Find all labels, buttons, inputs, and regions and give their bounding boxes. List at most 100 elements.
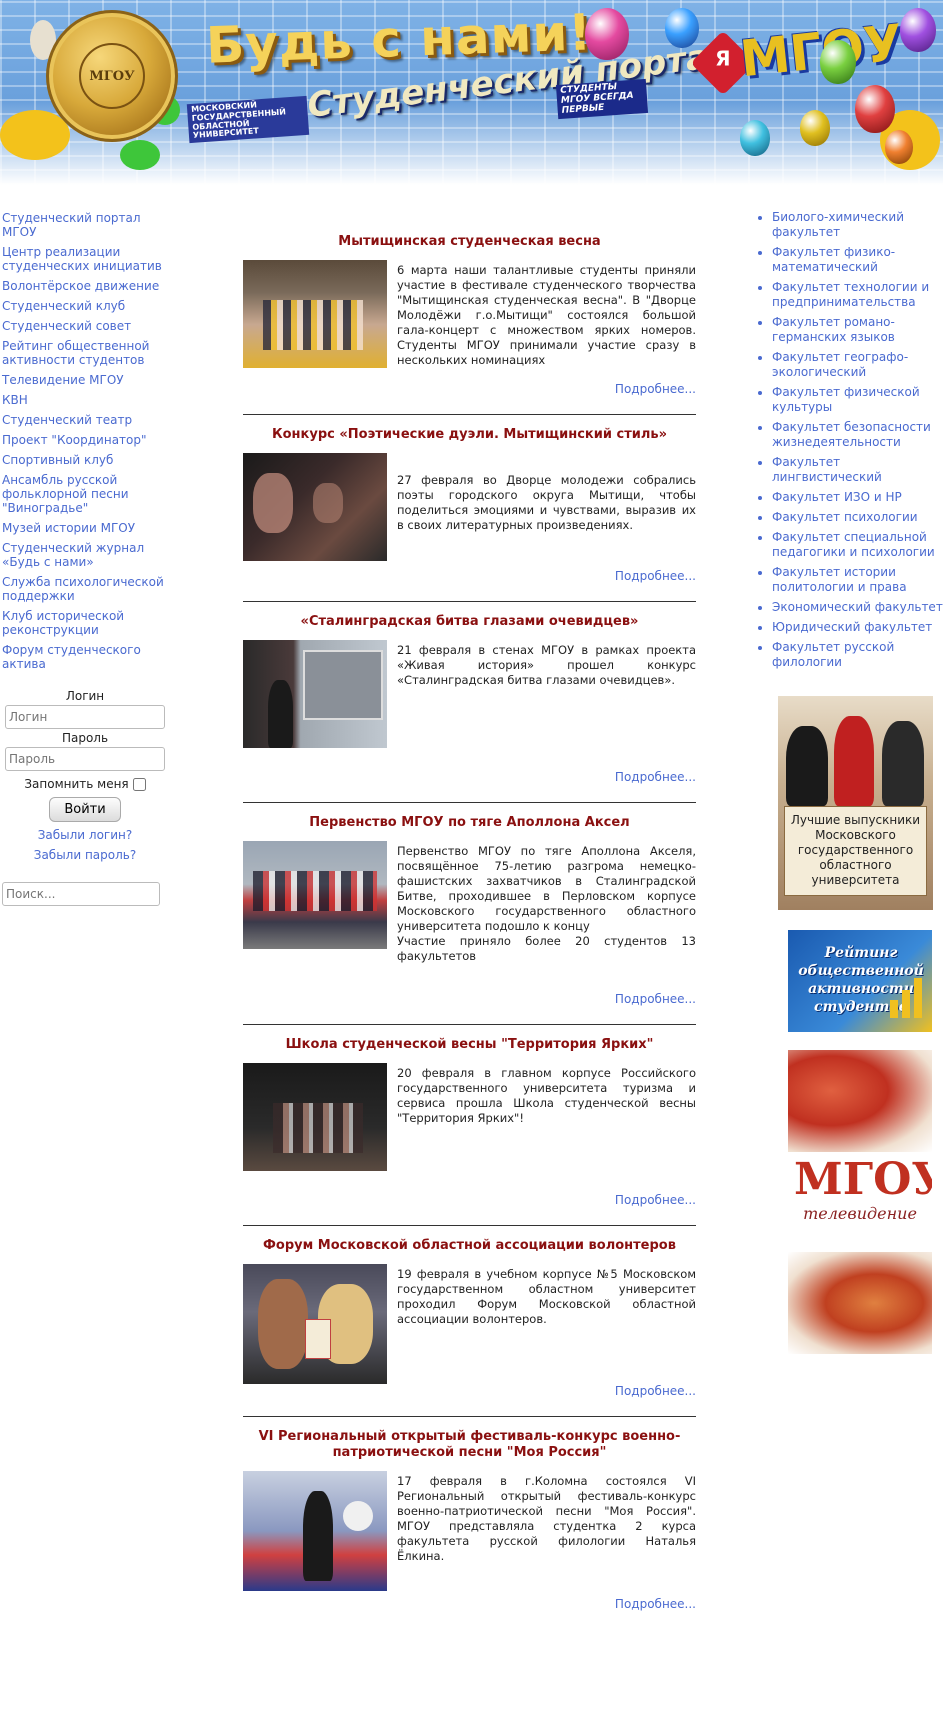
faculty-link[interactable]: Факультет ИЗО и НР [772, 490, 943, 505]
faculty-link[interactable]: Факультет истории политологии и права [772, 565, 943, 595]
paint-splat-decoration [0, 110, 70, 160]
read-more-link[interactable]: Подробнее... [243, 1193, 696, 1207]
nav-link-kvn[interactable]: КВН [2, 393, 170, 407]
mgou-tv-banner[interactable]: МГОУ телевидение [788, 1152, 932, 1252]
read-more-link[interactable]: Подробнее... [243, 569, 696, 583]
nav-link-initiatives-center[interactable]: Центр реализации студенческих инициатив [2, 245, 170, 273]
news-item: Школа студенческой весны "Территория Ярк… [243, 1037, 696, 1226]
faculty-link[interactable]: Экономический факультет [772, 600, 943, 615]
nav-link-theatre[interactable]: Студенческий театр [2, 413, 170, 427]
faculty-link[interactable]: Факультет технологии и предпринимательст… [772, 280, 943, 310]
news-thumbnail[interactable] [243, 841, 387, 949]
best-graduates-caption: Лучшие выпускники Московского государств… [784, 806, 927, 896]
best-graduates-banner[interactable]: Лучшие выпускники Московского государств… [778, 696, 933, 910]
faculty-link[interactable]: Факультет физико-математический [772, 245, 943, 275]
nav-link-sport-club[interactable]: Спортивный клуб [2, 453, 170, 467]
news-title[interactable]: VI Региональный открытый фестиваль-конку… [243, 1429, 696, 1461]
nav-link-coordinator[interactable]: Проект "Координатор" [2, 433, 170, 447]
news-excerpt: 21 февраля в стенах МГОУ в рамках проект… [397, 643, 696, 687]
news-thumbnail[interactable] [243, 1264, 387, 1384]
balloon-icon [665, 8, 699, 48]
balloon-icon [820, 40, 856, 84]
seal-center: МГОУ [79, 43, 145, 109]
news-item: Мытищинская студенческая весна 6 марта н… [243, 234, 696, 415]
news-feed: Мытищинская студенческая весна 6 марта н… [243, 222, 696, 1611]
nav-link-history-museum[interactable]: Музей истории МГОУ [2, 521, 170, 535]
banner-motto: СТУДЕНТЫ МГОУ ВСЕГДА ПЕРВЫЕ [555, 78, 649, 119]
password-label: Пароль [61, 731, 109, 745]
read-more-link[interactable]: Подробнее... [243, 1597, 696, 1611]
faculty-link[interactable]: Факультет географо-экологический [772, 350, 943, 380]
news-excerpt: 17 февраля в г.Коломна состоялся VI Реги… [397, 1474, 696, 1563]
faculty-link[interactable]: Факультет безопасности жизнедеятельности [772, 420, 943, 450]
faculty-link[interactable]: Факультет психологии [772, 510, 943, 525]
paint-splat-decoration [120, 140, 160, 170]
read-more-link[interactable]: Подробнее... [243, 992, 696, 1006]
login-input[interactable] [5, 705, 165, 729]
news-excerpt-continued: Участие приняло более 20 студентов 13 фа… [397, 934, 696, 963]
news-excerpt: 27 февраля во Дворце молодежи собрались … [397, 473, 696, 532]
news-title[interactable]: Школа студенческой весны "Территория Ярк… [243, 1037, 696, 1053]
nav-link-student-council[interactable]: Студенческий совет [2, 319, 170, 333]
nav-link-student-portal[interactable]: Студенческий портал МГОУ [2, 211, 170, 239]
login-label: Логин [65, 689, 105, 703]
nav-link-activity-rating[interactable]: Рейтинг общественной активности студенто… [2, 339, 170, 367]
activity-rating-banner[interactable]: Рейтинг общественной активности студенто… [788, 930, 932, 1032]
news-thumbnail[interactable] [243, 453, 387, 561]
nav-link-student-journal[interactable]: Студенческий журнал «Будь с нами» [2, 541, 170, 569]
news-divider [243, 1024, 696, 1025]
balloon-icon [885, 130, 913, 164]
balloon-icon [740, 120, 770, 156]
read-more-link[interactable]: Подробнее... [243, 770, 696, 784]
search-input[interactable] [2, 882, 160, 906]
news-divider [243, 601, 696, 602]
autumn-leaf-banner[interactable] [788, 1050, 932, 1152]
news-divider [243, 1416, 696, 1417]
login-submit-button[interactable]: Войти [49, 797, 121, 822]
news-thumbnail[interactable] [243, 640, 387, 748]
forgot-login-link[interactable]: Забыли логин? [2, 828, 168, 842]
news-thumbnail[interactable] [243, 1063, 387, 1171]
forgot-password-link[interactable]: Забыли пароль? [2, 848, 168, 862]
news-excerpt: 20 февраля в главном корпусе Российского… [397, 1066, 696, 1125]
faculty-link[interactable]: Факультет физической культуры [772, 385, 943, 415]
news-title[interactable]: Форум Московской областной ассоциации во… [243, 1238, 696, 1254]
balloon-icon [585, 8, 629, 60]
news-item: Форум Московской областной ассоциации во… [243, 1238, 696, 1417]
growth-chart-icon [890, 978, 922, 1018]
site-header-banner[interactable]: МГОУ Будь с нами! Студенческий портал МО… [0, 0, 943, 185]
balloon-icon [800, 110, 830, 146]
remember-me-row: Запомнить меня [2, 777, 168, 791]
nav-link-student-club[interactable]: Студенческий клуб [2, 299, 170, 313]
news-title[interactable]: Мытищинская студенческая весна [243, 234, 696, 250]
news-item: Первенство МГОУ по тяге Аполлона Аксел П… [243, 815, 696, 1025]
news-item: Конкурс «Поэтические дуэли. Мытищинский … [243, 427, 696, 602]
news-thumbnail[interactable] [243, 1471, 387, 1591]
nav-link-volunteer[interactable]: Волонтёрское движение [2, 279, 170, 293]
autumn-leaf-banner[interactable] [788, 1252, 932, 1354]
news-title[interactable]: Конкурс «Поэтические дуэли. Мытищинский … [243, 427, 696, 443]
news-thumbnail[interactable] [243, 260, 387, 368]
faculty-link[interactable]: Юридический факультет [772, 620, 943, 635]
nav-link-reconstruction-club[interactable]: Клуб исторической реконструкции [2, 609, 170, 637]
heart-letter: Я [715, 46, 731, 71]
nav-link-tv[interactable]: Телевидение МГОУ [2, 373, 170, 387]
faculty-link[interactable]: Факультет специальной педагогики и психо… [772, 530, 943, 560]
nav-link-psychology-service[interactable]: Служба психологической поддержки [2, 575, 170, 603]
faculty-link[interactable]: Биолого-химический факультет [772, 210, 943, 240]
news-excerpt: 6 марта наши талантливые студенты принял… [397, 263, 696, 367]
nav-link-folk-ensemble[interactable]: Ансамбль русской фольклорной песни "Вино… [2, 473, 170, 515]
news-title[interactable]: «Сталинградская битва глазами очевидцев» [243, 614, 696, 630]
read-more-link[interactable]: Подробнее... [243, 382, 696, 396]
nav-link-activist-forum[interactable]: Форум студенческого актива [2, 643, 170, 671]
university-seal-logo[interactable]: МГОУ [46, 10, 178, 142]
password-input[interactable] [5, 747, 165, 771]
read-more-link[interactable]: Подробнее... [243, 1384, 696, 1398]
news-item: «Сталинградская битва глазами очевидцев»… [243, 614, 696, 803]
news-title[interactable]: Первенство МГОУ по тяге Аполлона Аксел [243, 815, 696, 831]
news-item: VI Региональный открытый фестиваль-конку… [243, 1429, 696, 1611]
faculty-link[interactable]: Факультет лингвистический [772, 455, 943, 485]
faculty-link[interactable]: Факультет русской филологии [772, 640, 943, 670]
faculty-link[interactable]: Факультет романо-германских языков [772, 315, 943, 345]
remember-me-checkbox[interactable] [132, 778, 146, 791]
